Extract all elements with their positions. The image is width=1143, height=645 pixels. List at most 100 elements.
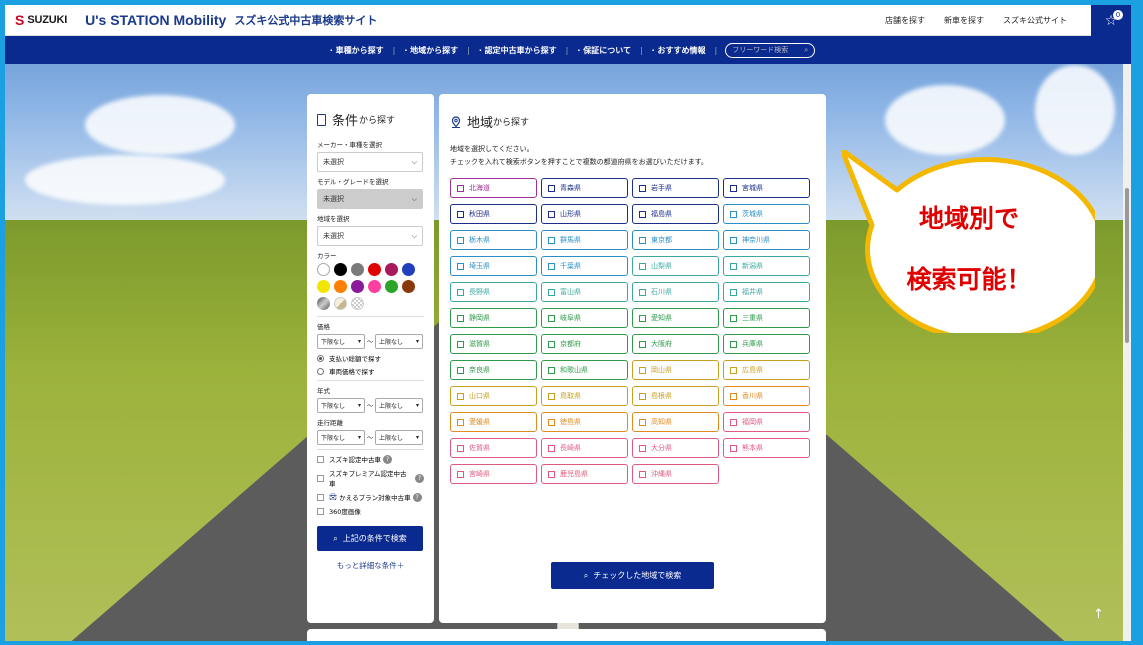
prefecture-checkbox[interactable]: 千葉県 xyxy=(541,256,628,276)
prefecture-checkbox[interactable]: 宮崎県 xyxy=(450,464,537,484)
condition-search-button[interactable]: ⌕ 上記の条件で検索 xyxy=(317,526,423,551)
nav-warranty[interactable]: · 保証について xyxy=(568,45,640,56)
prefecture-checkbox[interactable]: 山梨県 xyxy=(632,256,719,276)
color-swatch[interactable] xyxy=(334,263,347,276)
prefecture-checkbox[interactable]: 埼玉県 xyxy=(450,256,537,276)
prefecture-checkbox[interactable]: 静岡県 xyxy=(450,308,537,328)
prefecture-checkbox[interactable]: 宮城県 xyxy=(723,178,810,198)
check-kaeru-plan[interactable]: 🚘︎ かえるプラン対象中古車? xyxy=(317,492,424,502)
region-select[interactable]: 未選択 ⌵ xyxy=(317,226,423,246)
prefecture-checkbox[interactable]: 香川県 xyxy=(723,386,810,406)
nav-recommend[interactable]: · おすすめ情報 xyxy=(643,45,715,56)
prefecture-checkbox[interactable]: 東京都 xyxy=(632,230,719,250)
prefecture-checkbox[interactable]: 鳥取県 xyxy=(541,386,628,406)
prefecture-checkbox[interactable]: 愛媛県 xyxy=(450,412,537,432)
us-station-brand[interactable]: U's STATION Mobility xyxy=(85,12,226,28)
mileage-min-select[interactable]: 下限なし ▾ xyxy=(317,430,365,445)
prefecture-checkbox[interactable]: 奈良県 xyxy=(450,360,537,380)
color-swatch[interactable] xyxy=(317,263,330,276)
checkbox-icon xyxy=(548,366,555,374)
prefecture-checkbox[interactable]: 福岡県 xyxy=(723,412,810,432)
prefecture-checkbox[interactable]: 青森県 xyxy=(541,178,628,198)
prefecture-checkbox[interactable]: 高知県 xyxy=(632,412,719,432)
prefecture-checkbox[interactable]: 福島県 xyxy=(632,204,719,224)
color-swatch[interactable] xyxy=(385,263,398,276)
prefecture-checkbox[interactable]: 和歌山県 xyxy=(541,360,628,380)
prefecture-checkbox[interactable]: 山形県 xyxy=(541,204,628,224)
radio-pay-total[interactable]: 支払い総額で探す xyxy=(317,353,424,363)
color-swatch[interactable] xyxy=(368,263,381,276)
color-swatch[interactable] xyxy=(385,280,398,293)
link-find-store[interactable]: 店舗を探す xyxy=(885,15,925,26)
car-icon: 🚘︎ xyxy=(329,493,338,501)
color-swatch[interactable] xyxy=(402,280,415,293)
model-select[interactable]: 未選択 ⌵ xyxy=(317,189,423,209)
prefecture-checkbox[interactable]: 広島県 xyxy=(723,360,810,380)
prefecture-checkbox[interactable]: 岐阜県 xyxy=(541,308,628,328)
link-find-new-car[interactable]: 新車を探す xyxy=(944,15,984,26)
more-conditions-link[interactable]: もっと詳細な条件＋ xyxy=(317,560,424,571)
page-scrollbar[interactable] xyxy=(1123,64,1131,641)
prefecture-checkbox[interactable]: 兵庫県 xyxy=(723,334,810,354)
prefecture-checkbox[interactable]: 鹿児島県 xyxy=(541,464,628,484)
freeword-search-input[interactable]: フリーワード検索 ⌕ xyxy=(725,42,816,58)
prefecture-checkbox[interactable]: 茨城県 xyxy=(723,204,810,224)
prefecture-checkbox[interactable]: 石川県 xyxy=(632,282,719,302)
prefecture-checkbox[interactable]: 大阪府 xyxy=(632,334,719,354)
mileage-max-select[interactable]: 上限なし ▾ xyxy=(375,430,424,445)
color-swatch[interactable] xyxy=(334,280,347,293)
prefecture-checkbox[interactable]: 岩手県 xyxy=(632,178,719,198)
prefecture-checkbox[interactable]: 北海道 xyxy=(450,178,537,198)
nav-certified[interactable]: · 認定中古車から探す xyxy=(470,45,566,56)
prefecture-checkbox[interactable]: 愛知県 xyxy=(632,308,719,328)
check-360-image[interactable]: 360度画像 xyxy=(317,506,424,516)
prefecture-checkbox[interactable]: 新潟県 xyxy=(723,256,810,276)
check-suzuki-certified[interactable]: スズキ認定中古車? xyxy=(317,454,424,464)
scroll-thumb[interactable] xyxy=(1125,188,1129,343)
color-swatch[interactable] xyxy=(368,280,381,293)
checkbox-icon xyxy=(730,184,737,192)
search-icon[interactable]: ⌕ xyxy=(804,46,808,55)
nav-by-region[interactable]: · 地域から探す xyxy=(395,45,467,56)
price-min-select[interactable]: 下限なし ▾ xyxy=(317,334,365,349)
prefecture-checkbox[interactable]: 島根県 xyxy=(632,386,719,406)
prefecture-checkbox[interactable]: 長野県 xyxy=(450,282,537,302)
prefecture-checkbox[interactable]: 山口県 xyxy=(450,386,537,406)
prefecture-checkbox[interactable]: 群馬県 xyxy=(541,230,628,250)
prefecture-checkbox[interactable]: 富山県 xyxy=(541,282,628,302)
radio-vehicle-price[interactable]: 車両価格で探す xyxy=(317,366,424,376)
year-max-select[interactable]: 上限なし ▾ xyxy=(375,398,424,413)
prefecture-checkbox[interactable]: 熊本県 xyxy=(723,438,810,458)
prefecture-checkbox[interactable]: 長崎県 xyxy=(541,438,628,458)
prefecture-checkbox[interactable]: 栃木県 xyxy=(450,230,537,250)
check-suzuki-premium[interactable]: スズキプレミアム認定中古車? xyxy=(317,468,424,488)
color-swatch[interactable] xyxy=(351,280,364,293)
prefecture-checkbox[interactable]: 京都府 xyxy=(541,334,628,354)
prefecture-checkbox[interactable]: 秋田県 xyxy=(450,204,537,224)
prefecture-checkbox[interactable]: 福井県 xyxy=(723,282,810,302)
prefecture-checkbox[interactable]: 佐賀県 xyxy=(450,438,537,458)
color-swatch[interactable] xyxy=(351,297,364,310)
maker-select[interactable]: 未選択 ⌵ xyxy=(317,152,423,172)
color-swatch[interactable] xyxy=(402,263,415,276)
price-max-select[interactable]: 上限なし ▾ xyxy=(375,334,424,349)
color-swatch[interactable] xyxy=(334,297,347,310)
prefecture-checkbox[interactable]: 徳島県 xyxy=(541,412,628,432)
color-swatch[interactable] xyxy=(317,297,330,310)
region-search-button[interactable]: ⌕ チェックした地域で検索 xyxy=(551,562,714,589)
color-swatch[interactable] xyxy=(351,263,364,276)
prefecture-checkbox[interactable]: 神奈川県 xyxy=(723,230,810,250)
prefecture-checkbox[interactable]: 滋賀県 xyxy=(450,334,537,354)
link-suzuki-official[interactable]: スズキ公式サイト xyxy=(1003,15,1067,26)
suzuki-logo[interactable]: S SUZUKI xyxy=(15,12,67,28)
color-swatch[interactable] xyxy=(317,280,330,293)
prefecture-checkbox[interactable]: 大分県 xyxy=(632,438,719,458)
prefecture-checkbox[interactable]: 沖縄県 xyxy=(632,464,719,484)
favorites-button[interactable]: ☆ 0 xyxy=(1091,5,1131,36)
prefecture-checkbox[interactable]: 岡山県 xyxy=(632,360,719,380)
prefecture-checkbox[interactable]: 三重県 xyxy=(723,308,810,328)
back-to-top-icon[interactable]: ↑ xyxy=(1093,607,1104,622)
year-min-select[interactable]: 下限なし ▾ xyxy=(317,398,365,413)
nav-by-model[interactable]: · 車種から探す xyxy=(321,45,393,56)
chevron-down-icon: ⌵ xyxy=(411,231,417,240)
